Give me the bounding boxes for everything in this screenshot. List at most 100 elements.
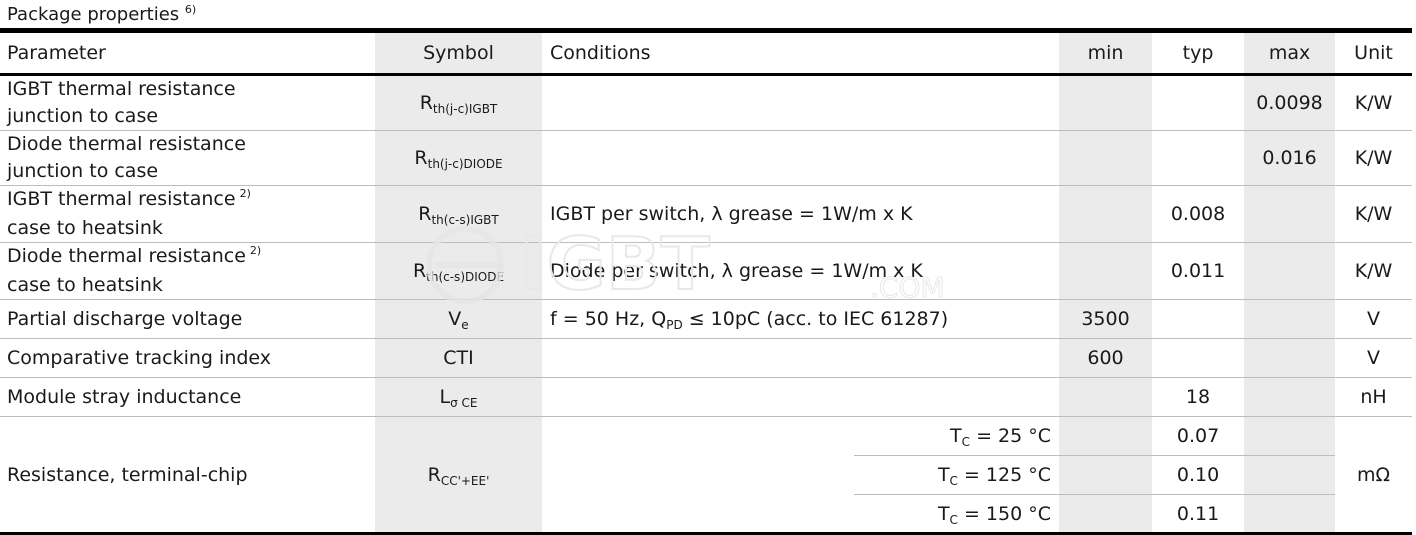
parameter-footnote: 2) (249, 244, 262, 257)
parameter-footnote: 2) (239, 187, 251, 200)
conditions-cell (542, 74, 1060, 131)
symbol-cell: CTI (375, 338, 542, 378)
temperature-symbol: T (950, 425, 962, 447)
temperature-subscript: C (961, 435, 971, 449)
parameter-line: junction to case (7, 105, 159, 127)
typ-cell: 0.07 (1152, 416, 1245, 456)
table-row: IGBT thermal resistance junction to case… (0, 74, 1413, 131)
parameter-cell: Resistance, terminal-chip (0, 416, 375, 535)
temperature-value: = 125 °C (957, 464, 1052, 486)
parameter-cell: IGBT thermal resistance 2) case to heatsi… (0, 185, 375, 243)
min-cell: 3500 (1059, 299, 1153, 339)
conditions-cell: f = 50 Hz, QPD ≤ 10pC (acc. to IEC 61287… (542, 299, 1060, 339)
min-cell (1059, 185, 1153, 243)
conditions-cell (542, 130, 1060, 186)
typ-cell (1152, 338, 1245, 378)
header-row: Parameter Symbol Conditions min typ max … (0, 28, 1413, 76)
typ-cell: 18 (1152, 377, 1245, 417)
section-title: Package properties 6) (7, 3, 196, 29)
symbol-main: R (412, 260, 427, 282)
parameter-line: Diode thermal resistance (7, 133, 246, 155)
typ-cell: 0.008 (1152, 185, 1245, 243)
typ-cell (1152, 299, 1245, 339)
parameter-line: case to heatsink (7, 274, 163, 296)
temperature-value: = 150 °C (957, 502, 1052, 525)
symbol-main: R (418, 203, 432, 225)
symbol-subscript: th(j-c)DIODE (427, 157, 503, 171)
table-row: Diode thermal resistance 2) case to heats… (0, 242, 1413, 300)
table-row: IGBT thermal resistance 2) case to heatsi… (0, 185, 1413, 243)
parameter-line-text: IGBT thermal resistance (7, 188, 236, 210)
symbol-cell: Lσ CE (375, 377, 542, 417)
max-cell (1244, 377, 1336, 417)
max-cell (1244, 185, 1336, 243)
parameter-cell: Comparative tracking index (0, 338, 375, 378)
header-typ: typ (1152, 28, 1245, 76)
unit-cell: nH (1335, 377, 1413, 417)
symbol-cell: Rth(j-c)DIODE (375, 130, 542, 186)
min-cell (1059, 494, 1153, 535)
conditions-text: ≤ 10pC (acc. to IEC 61287) (682, 308, 949, 330)
header-max: max (1244, 28, 1336, 76)
temperature-cell: TC = 150 °C (854, 494, 1060, 535)
min-cell (1059, 130, 1153, 186)
typ-cell: 0.011 (1152, 242, 1245, 300)
unit-cell: K/W (1335, 130, 1413, 186)
max-cell: 0.016 (1244, 130, 1336, 186)
min-cell (1059, 455, 1153, 495)
min-cell (1059, 74, 1153, 131)
parameter-cell: Partial discharge voltage (0, 299, 375, 339)
parameter-line: junction to case (7, 160, 159, 182)
max-cell (1244, 299, 1336, 339)
min-cell (1059, 242, 1153, 300)
conditions-cell: Diode per switch, λ grease = 1W/m x K (542, 242, 1060, 300)
parameter-cell: Module stray inductance (0, 377, 375, 417)
symbol-main: V (448, 308, 462, 330)
min-cell (1059, 416, 1153, 456)
header-unit: Unit (1335, 28, 1413, 76)
max-cell (1244, 338, 1336, 378)
conditions-cell: IGBT per switch, λ grease = 1W/m x K (542, 185, 1060, 243)
unit-cell: K/W (1335, 74, 1413, 131)
parameter-line-text: Diode thermal resistance (7, 245, 246, 267)
parameter-cell: Diode thermal resistance 2) case to heats… (0, 242, 375, 300)
symbol-cell: Rth(c-s)IGBT (375, 185, 542, 243)
typ-cell: 0.10 (1152, 455, 1245, 495)
symbol-subscript: CC'+EE' (440, 473, 490, 488)
symbol-main: R (427, 463, 441, 486)
temperature-symbol: T (937, 464, 950, 486)
conditions-subscript: PD (666, 318, 683, 332)
symbol-main: R (419, 92, 433, 114)
conditions-text: f = 50 Hz, Q (550, 308, 667, 330)
temperature-cell: TC = 125 °C (854, 455, 1060, 495)
symbol-subscript: th(j-c)IGBT (432, 102, 498, 116)
unit-cell: V (1335, 299, 1413, 339)
min-cell: 600 (1059, 338, 1153, 378)
unit-cell: K/W (1335, 242, 1413, 300)
conditions-cell (542, 338, 1060, 378)
table-row: Partial discharge voltage Ve f = 50 Hz, … (0, 299, 1413, 339)
max-cell (1244, 416, 1336, 456)
typ-cell (1152, 74, 1245, 131)
table-row: Diode thermal resistance junction to cas… (0, 130, 1413, 186)
temperature-symbol: T (937, 502, 950, 525)
conditions-cell (542, 377, 1060, 417)
symbol-subscript: th(c-s)IGBT (431, 213, 499, 227)
temperature-cell: TC = 25 °C (854, 416, 1060, 456)
symbol-cell: Rth(j-c)IGBT (375, 74, 542, 131)
unit-cell: K/W (1335, 185, 1413, 243)
header-min: min (1059, 28, 1153, 76)
unit-cell: V (1335, 338, 1413, 378)
table-row: Comparative tracking index CTI 600 V (0, 338, 1413, 378)
typ-cell (1152, 130, 1245, 186)
symbol-main: L (439, 386, 451, 408)
min-cell (1059, 377, 1153, 417)
parameter-line: IGBT thermal resistance 2) (7, 186, 375, 215)
table-row: Resistance, terminal-chip RCC'+EE' TC = … (0, 416, 1413, 535)
symbol-subscript: e (461, 318, 469, 332)
section-title-text: Package properties (7, 4, 180, 25)
parameter-line: IGBT thermal resistance (7, 78, 236, 100)
header-conditions: Conditions (542, 28, 1060, 76)
max-cell (1244, 494, 1336, 535)
symbol-main: R (414, 147, 428, 169)
